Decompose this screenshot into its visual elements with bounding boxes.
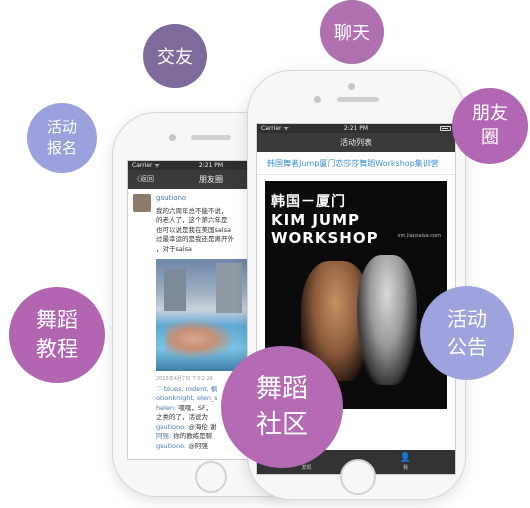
tab-label: 我 <box>402 465 408 471</box>
home-button[interactable] <box>195 461 227 493</box>
comment-text: @阿强 <box>186 441 208 450</box>
front-camera <box>169 134 176 141</box>
bubble-moments: 朋友 圈 <box>452 88 528 164</box>
bubble-make-friends: 交友 <box>143 24 207 88</box>
comment-author[interactable]: helen: <box>156 404 176 412</box>
comment-author[interactable]: 阿强: <box>156 432 171 440</box>
poster-headline: 韩国－厦门 <box>271 194 346 210</box>
nav-title: 朋友圈 <box>199 175 223 184</box>
photo-people <box>166 319 236 359</box>
person-icon: 👤 <box>399 453 412 463</box>
comment-text: 嘿嘿，SF， <box>176 403 213 412</box>
tab-label: 发现 <box>301 465 312 471</box>
comment-author[interactable]: gsutiono: <box>156 442 186 450</box>
bubble-event-announcements: 活动 公告 <box>420 286 514 380</box>
poster-website: xm.liansalsa.com <box>397 233 441 239</box>
nav-bar: 活动列表 <box>257 133 455 152</box>
comment-text: @海伦 谢 <box>186 422 217 431</box>
post-photo[interactable] <box>156 259 252 371</box>
earpiece <box>337 97 379 102</box>
event-title-link[interactable]: 韩国舞者Jump厦门恋莎莎舞蹈Workshop集训营 <box>257 152 455 175</box>
bubble-dance-tutorials: 舞蹈 教程 <box>9 287 105 383</box>
front-camera <box>348 83 355 90</box>
bubble-dance-community: 舞蹈 社区 <box>221 346 343 468</box>
front-camera <box>314 96 321 103</box>
earpiece <box>191 135 231 140</box>
clock: 2:21 PM <box>343 125 369 132</box>
status-bar: Carrier ᯤ 2:21 PM <box>257 124 455 133</box>
poster-line-1: KIM JUMP <box>271 211 361 229</box>
nav-title: 活动列表 <box>340 138 372 147</box>
home-button[interactable] <box>340 459 376 495</box>
battery-icon <box>440 126 451 131</box>
dancer-figure <box>357 255 417 385</box>
comment-text: 你的教练是聊 <box>171 432 213 440</box>
avatar[interactable] <box>133 194 151 212</box>
bubble-chat: 聊天 <box>320 0 384 64</box>
photo-building <box>164 269 186 311</box>
photo-building <box>216 263 242 313</box>
poster-line-2: WORKSHOP <box>271 229 379 247</box>
back-button[interactable]: 〈返回 <box>133 170 154 189</box>
bubble-event-signup: 活动 报名 <box>27 103 97 173</box>
comment-text: 之类的了，活说为 <box>156 413 208 421</box>
comment-author[interactable]: gsutiono: <box>156 423 186 431</box>
